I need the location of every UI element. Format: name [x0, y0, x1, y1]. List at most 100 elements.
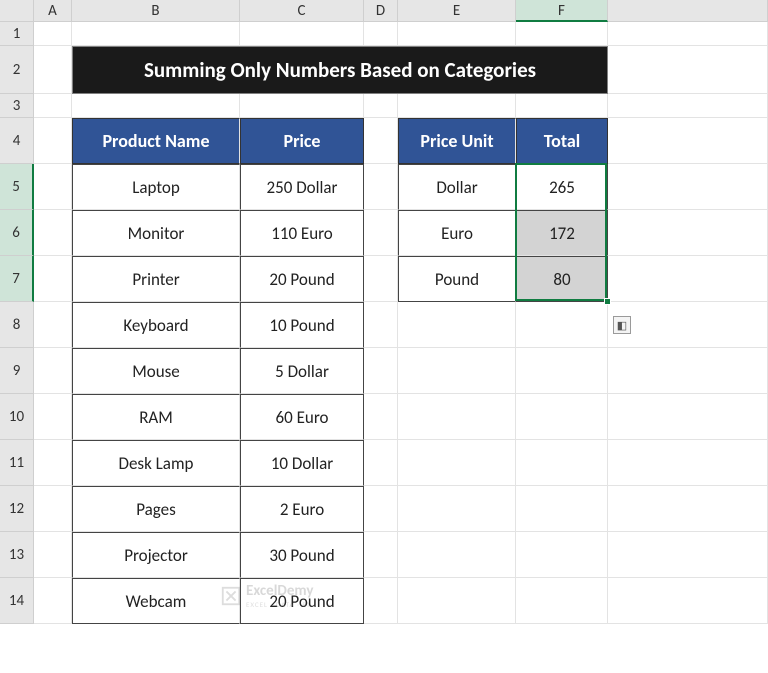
- table1-product-0[interactable]: Laptop: [72, 164, 240, 210]
- table1-price-7[interactable]: 2 Euro: [240, 486, 364, 532]
- table1-price-5[interactable]: 60 Euro: [240, 394, 364, 440]
- col-header-C[interactable]: C: [240, 0, 364, 22]
- col-header-D[interactable]: D: [364, 0, 398, 22]
- table2-header-total[interactable]: Total: [516, 118, 608, 164]
- cell-D13[interactable]: [364, 532, 398, 578]
- cell-C3[interactable]: [240, 94, 364, 118]
- table1-product-4[interactable]: Mouse: [72, 348, 240, 394]
- col-header-E[interactable]: E: [398, 0, 516, 22]
- col-header-F[interactable]: F: [516, 0, 608, 22]
- table2-header-unit[interactable]: Price Unit: [398, 118, 516, 164]
- title-cell[interactable]: Summing Only Numbers Based on Categories: [72, 46, 608, 94]
- table1-product-6[interactable]: Desk Lamp: [72, 440, 240, 486]
- cell-D10[interactable]: [364, 394, 398, 440]
- table1-price-2[interactable]: 20 Pound: [240, 256, 364, 302]
- table1-product-7[interactable]: Pages: [72, 486, 240, 532]
- cell-B3[interactable]: [72, 94, 240, 118]
- table1-price-0[interactable]: 250 Dollar: [240, 164, 364, 210]
- cell-E13[interactable]: [398, 532, 516, 578]
- row-header-4[interactable]: 4: [0, 118, 34, 164]
- cell-E8[interactable]: [398, 302, 516, 348]
- table1-product-8[interactable]: Projector: [72, 532, 240, 578]
- cell-A6[interactable]: [34, 210, 72, 256]
- table1-price-6[interactable]: 10 Dollar: [240, 440, 364, 486]
- col-header-A[interactable]: A: [34, 0, 72, 22]
- cell-F12[interactable]: [516, 486, 608, 532]
- table2-unit-2[interactable]: Pound: [398, 256, 516, 302]
- col-header-B[interactable]: B: [72, 0, 240, 22]
- cell-F10[interactable]: [516, 394, 608, 440]
- table1-product-1[interactable]: Monitor: [72, 210, 240, 256]
- fill-handle[interactable]: [604, 298, 611, 305]
- cell-A11[interactable]: [34, 440, 72, 486]
- table1-price-3[interactable]: 10 Pound: [240, 302, 364, 348]
- table1-price-9[interactable]: 20 Pound: [240, 578, 364, 624]
- table1-product-5[interactable]: RAM: [72, 394, 240, 440]
- table1-product-9[interactable]: Webcam: [72, 578, 240, 624]
- cell-E10[interactable]: [398, 394, 516, 440]
- row-header-2[interactable]: 2: [0, 46, 34, 94]
- cell-A7[interactable]: [34, 256, 72, 302]
- cell-E9[interactable]: [398, 348, 516, 394]
- cell-A14[interactable]: [34, 578, 72, 624]
- table1-header-price[interactable]: Price: [240, 118, 364, 164]
- cell-E14[interactable]: [398, 578, 516, 624]
- cell-D8[interactable]: [364, 302, 398, 348]
- cell-D9[interactable]: [364, 348, 398, 394]
- cell-D11[interactable]: [364, 440, 398, 486]
- table2-total-0[interactable]: 265: [516, 164, 608, 210]
- table1-price-8[interactable]: 30 Pound: [240, 532, 364, 578]
- cell-D4[interactable]: [364, 118, 398, 164]
- row-header-13[interactable]: 13: [0, 532, 34, 578]
- cell-D1[interactable]: [364, 22, 398, 46]
- row-header-12[interactable]: 12: [0, 486, 34, 532]
- cell-E1[interactable]: [398, 22, 516, 46]
- cell-B1[interactable]: [72, 22, 240, 46]
- cell-D12[interactable]: [364, 486, 398, 532]
- cell-D6[interactable]: [364, 210, 398, 256]
- cell-D7[interactable]: [364, 256, 398, 302]
- cell-D3[interactable]: [364, 94, 398, 118]
- cell-F11[interactable]: [516, 440, 608, 486]
- cell-F3[interactable]: [516, 94, 608, 118]
- cell-A12[interactable]: [34, 486, 72, 532]
- cell-F8[interactable]: [516, 302, 608, 348]
- cell-A8[interactable]: [34, 302, 72, 348]
- table2-unit-1[interactable]: Euro: [398, 210, 516, 256]
- table1-price-4[interactable]: 5 Dollar: [240, 348, 364, 394]
- table2-total-2[interactable]: 80: [516, 256, 608, 302]
- cell-A5[interactable]: [34, 164, 72, 210]
- autofill-options-button[interactable]: ◧: [613, 316, 631, 334]
- cell-A4[interactable]: [34, 118, 72, 164]
- cell-D5[interactable]: [364, 164, 398, 210]
- cell-D14[interactable]: [364, 578, 398, 624]
- cell-F9[interactable]: [516, 348, 608, 394]
- cell-A13[interactable]: [34, 532, 72, 578]
- table1-product-2[interactable]: Printer: [72, 256, 240, 302]
- row-header-9[interactable]: 9: [0, 348, 34, 394]
- row-header-8[interactable]: 8: [0, 302, 34, 348]
- cell-A1[interactable]: [34, 22, 72, 46]
- cell-F14[interactable]: [516, 578, 608, 624]
- table1-price-1[interactable]: 110 Euro: [240, 210, 364, 256]
- table1-header-product[interactable]: Product Name: [72, 118, 240, 164]
- table1-product-3[interactable]: Keyboard: [72, 302, 240, 348]
- cell-C1[interactable]: [240, 22, 364, 46]
- cell-F1[interactable]: [516, 22, 608, 46]
- row-header-11[interactable]: 11: [0, 440, 34, 486]
- cell-A2[interactable]: [34, 46, 72, 94]
- row-header-6[interactable]: 6: [0, 210, 34, 256]
- row-header-1[interactable]: 1: [0, 22, 34, 46]
- cell-F13[interactable]: [516, 532, 608, 578]
- table2-unit-0[interactable]: Dollar: [398, 164, 516, 210]
- cell-A10[interactable]: [34, 394, 72, 440]
- cell-E3[interactable]: [398, 94, 516, 118]
- cell-E11[interactable]: [398, 440, 516, 486]
- table2-total-1[interactable]: 172: [516, 210, 608, 256]
- select-all-corner[interactable]: [0, 0, 34, 22]
- row-header-10[interactable]: 10: [0, 394, 34, 440]
- row-header-5[interactable]: 5: [0, 164, 34, 210]
- cell-E12[interactable]: [398, 486, 516, 532]
- cell-A3[interactable]: [34, 94, 72, 118]
- row-header-14[interactable]: 14: [0, 578, 34, 624]
